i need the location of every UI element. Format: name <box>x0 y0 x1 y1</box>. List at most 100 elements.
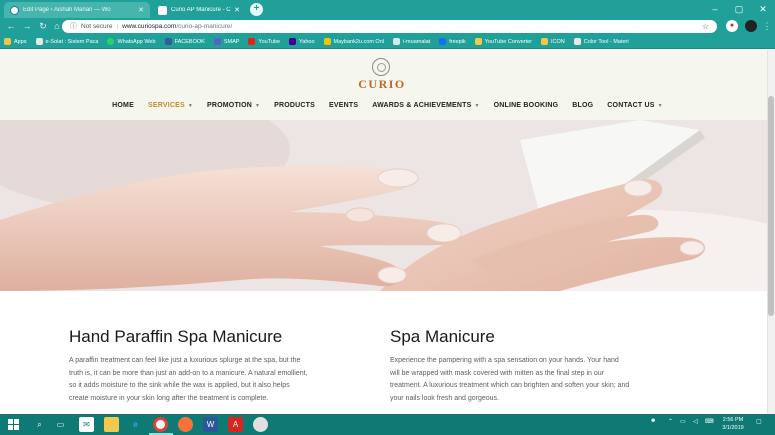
curio-logo-emblem-icon[interactable] <box>372 58 390 76</box>
site-logo[interactable]: CURIO <box>351 77 413 92</box>
bookmarks-bar: Apps e-Solat : Sistem Paca WhatsApp Web … <box>0 35 775 49</box>
page-icon <box>573 38 581 45</box>
section-title: Spa Manicure <box>390 327 495 346</box>
page-icon <box>35 38 43 45</box>
bookmark-youtube[interactable]: YouTube <box>248 38 280 45</box>
address-separator: | <box>116 23 119 30</box>
profile-avatar[interactable] <box>745 20 757 32</box>
bookmark-imuamalat[interactable]: i-muamalat <box>393 38 430 45</box>
main-nav: HOME SERVICES ▼ PROMOTION ▼ PRODUCTS EVENT… <box>0 98 775 112</box>
bookmark-whatsapp[interactable]: WhatsApp Web <box>107 38 156 45</box>
extension-icon[interactable]: ● <box>726 20 738 32</box>
url-path: /curio-ap-manicure/ <box>176 23 233 30</box>
freepik-icon <box>439 38 447 45</box>
bookmark-freepik[interactable]: freepik <box>439 38 466 45</box>
folder-icon <box>541 38 549 45</box>
bookmark-smap[interactable]: SMAP <box>213 38 239 45</box>
mail-icon[interactable]: ✉ <box>79 417 94 432</box>
task-view-icon[interactable]: ▭ <box>53 417 68 432</box>
bookmark-youtube-converter[interactable]: YouTube Converter <box>474 38 532 45</box>
nav-products[interactable]: PRODUCTS <box>274 102 315 109</box>
security-status: Not secure <box>81 23 113 30</box>
keyboard-icon[interactable]: ⌨ <box>705 418 714 425</box>
browser-toolbar: ← → ↻ ⌂ ⓘ Not secure | www.curiospa.com … <box>0 18 775 35</box>
bookmark-facebook[interactable]: FACEBOOK <box>164 38 205 45</box>
windows-taskbar: ⌕ ▭ ✉ e W A ☻ ⌃ ▭ ◁ ⌨ 2:56 PM 3/1/2019 ▢ <box>0 414 775 435</box>
main-content: Hand Paraffin Spa Manicure A paraffin tr… <box>0 291 767 414</box>
section-body: A paraffin treatment can feel like just … <box>69 357 308 402</box>
nav-online-booking[interactable]: ONLINE BOOKING <box>494 102 559 109</box>
whatsapp-icon <box>107 38 115 45</box>
back-icon[interactable]: ← <box>4 20 18 33</box>
info-icon[interactable]: ⓘ <box>70 20 77 33</box>
nav-contact[interactable]: CONTACT US ▼ <box>607 102 663 109</box>
chrome-icon[interactable] <box>153 417 168 432</box>
close-icon[interactable]: ✕ <box>234 6 240 14</box>
bookmark-esolat[interactable]: e-Solat : Sistem Paca <box>35 38 98 45</box>
volume-icon[interactable]: ◁ <box>693 418 698 425</box>
notifications-icon[interactable]: ▢ <box>756 418 762 425</box>
tab-edit-page[interactable]: Edit Page ‹ Aishah Manan — Wo ✕ <box>4 2 150 18</box>
youtube-icon <box>248 38 256 45</box>
bookmark-apps[interactable]: Apps <box>4 38 27 45</box>
yahoo-icon <box>289 38 297 45</box>
folder-icon <box>474 38 482 45</box>
section-body: Experience the pampering with a spa sens… <box>390 357 630 402</box>
screen: Edit Page ‹ Aishah Manan — Wo ✕ Curio AP… <box>0 0 775 435</box>
bookmark-yahoo[interactable]: Yahoo <box>289 38 315 45</box>
forward-icon[interactable]: → <box>20 20 34 33</box>
chevron-up-icon[interactable]: ⌃ <box>668 418 673 425</box>
facebook-icon <box>164 38 172 45</box>
reload-icon[interactable]: ↻ <box>36 20 50 33</box>
clock-date: 3/1/2019 <box>722 425 744 431</box>
nav-awards[interactable]: AWARDS & ACHIEVEMENTS ▼ <box>372 102 479 109</box>
close-icon[interactable]: ✕ <box>138 6 144 14</box>
tab-label: Curio AP Manicure - Curio Spa <box>171 7 231 13</box>
manicure-hands-illustration <box>0 120 767 291</box>
tab-label: Edit Page ‹ Aishah Manan — Wo <box>23 7 111 13</box>
bookmark-icon[interactable]: ICON <box>541 38 565 45</box>
bookmark-maybank[interactable]: Maybank2u.com Onl <box>323 38 384 45</box>
network-icon[interactable]: ▭ <box>680 418 686 425</box>
page-icon <box>393 38 400 45</box>
browser-tab-strip: Edit Page ‹ Aishah Manan — Wo ✕ Curio AP… <box>0 0 775 18</box>
chevron-down-icon: ▼ <box>187 102 193 109</box>
file-explorer-icon[interactable] <box>104 417 119 432</box>
scrollbar-thumb[interactable] <box>768 96 774 316</box>
edge-icon[interactable]: e <box>128 417 143 432</box>
apps-grid-icon <box>4 38 11 45</box>
bookmark-color-tool[interactable]: Color Tool - Materi <box>573 38 629 45</box>
search-icon[interactable]: ⌕ <box>32 417 47 432</box>
taskbar-clock[interactable]: 2:56 PM 3/1/2019 <box>716 416 750 432</box>
clock-time: 2:56 PM <box>722 417 744 423</box>
close-window-button[interactable]: ✕ <box>748 0 775 18</box>
paint-icon[interactable] <box>253 417 268 432</box>
shield-icon <box>213 38 221 45</box>
url-host: www.curiospa.com <box>122 23 177 30</box>
windows-start-icon[interactable] <box>8 419 19 430</box>
nav-promotion[interactable]: PROMOTION ▼ <box>207 102 260 109</box>
maybank-icon <box>323 38 331 45</box>
new-tab-button[interactable]: + <box>250 3 263 16</box>
hero-image <box>0 120 767 291</box>
nav-home[interactable]: HOME <box>112 102 134 109</box>
section-paraffin: Hand Paraffin Spa Manicure A paraffin tr… <box>69 327 309 405</box>
site-favicon-icon <box>158 5 167 15</box>
nav-events[interactable]: EVENTS <box>329 102 358 109</box>
acrobat-icon[interactable]: A <box>228 417 243 432</box>
chevron-down-icon: ▼ <box>657 102 663 109</box>
section-spa-manicure: Spa Manicure Experience the pampering wi… <box>390 327 630 405</box>
word-icon[interactable]: W <box>203 417 218 432</box>
menu-icon[interactable]: ⋮ <box>760 20 774 33</box>
bookmark-star-icon[interactable]: ☆ <box>702 20 709 33</box>
site-header: CURIO HOME SERVICES ▼ PROMOTION ▼ PRODUCTS… <box>0 50 775 120</box>
chevron-down-icon: ▼ <box>474 102 480 109</box>
chevron-down-icon: ▼ <box>254 102 261 109</box>
people-icon[interactable]: ☻ <box>650 418 656 424</box>
firefox-icon[interactable] <box>178 417 193 432</box>
tab-curio-manicure[interactable]: Curio AP Manicure - Curio Spa ✕ <box>152 2 246 18</box>
nav-services[interactable]: SERVICES ▼ <box>148 102 193 109</box>
nav-blog[interactable]: BLOG <box>572 102 593 109</box>
address-bar[interactable]: ⓘ Not secure | www.curiospa.com /curio-a… <box>62 20 717 33</box>
wordpress-icon <box>10 5 19 15</box>
